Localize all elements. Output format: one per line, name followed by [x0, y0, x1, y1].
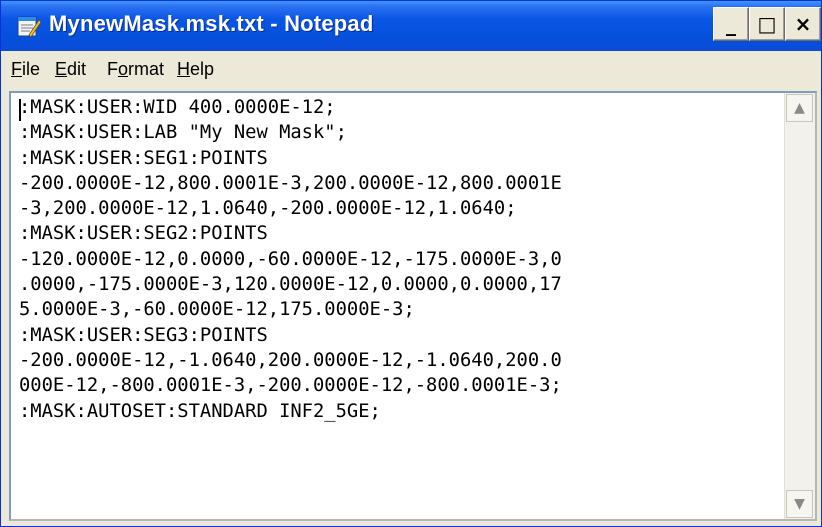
text-line: -200.0000E-12,800.0001E-3,200.0000E-12,8…: [19, 172, 562, 194]
scroll-up-button[interactable]: ▲: [786, 94, 813, 122]
text-line: 5.0000E-3,-60.0000E-12,175.0000E-3;: [19, 299, 415, 321]
menu-format[interactable]: Format: [107, 59, 164, 80]
menu-format-text: F: [107, 59, 118, 79]
menu-help-accel: H: [177, 59, 190, 79]
arrow-up-icon: ▲: [794, 100, 805, 116]
text-line: :MASK:USER:WID 400.0000E-12;: [19, 97, 336, 118]
vertical-scrollbar[interactable]: ▲ ▼: [784, 93, 815, 519]
menu-format-accel: o: [118, 59, 129, 79]
notepad-icon: [17, 16, 41, 38]
text-line: :MASK:USER:SEG2:POINTS: [19, 223, 268, 245]
text-line: :MASK:USER:LAB "My New Mask";: [19, 122, 347, 144]
menu-help-text-rest: elp: [190, 59, 215, 79]
menu-bar: File Edit Format Help: [1, 51, 821, 87]
text-line: :MASK:USER:SEG3:POINTS: [19, 324, 268, 346]
menu-help[interactable]: Help: [177, 59, 214, 80]
window-title: MynewMask.msk.txt - Notepad: [49, 11, 374, 36]
scroll-down-button[interactable]: ▼: [786, 490, 813, 518]
text-line: :MASK:USER:SEG1:POINTS: [19, 147, 268, 169]
minimize-icon: _: [726, 12, 736, 36]
arrow-down-icon: ▼: [794, 496, 805, 512]
menu-edit[interactable]: Edit: [55, 59, 86, 80]
minimize-button[interactable]: _: [713, 7, 749, 41]
menu-edit-text-rest: dit: [67, 59, 87, 79]
menu-edit-accel: E: [55, 59, 68, 79]
close-button[interactable]: ×: [785, 7, 821, 41]
close-icon: ×: [794, 12, 812, 36]
text-line: -120.0000E-12,0.0000,-60.0000E-12,-175.0…: [19, 248, 562, 270]
maximize-button[interactable]: □: [749, 7, 785, 41]
text-line: 000E-12,-800.0001E-3,-200.0000E-12,-800.…: [19, 375, 562, 397]
menu-file-text-rest: ile: [22, 59, 41, 79]
text-line: -200.0000E-12,-1.0640,200.0000E-12,-1.06…: [19, 349, 562, 371]
maximize-icon: □: [757, 12, 777, 36]
text-line: :MASK:AUTOSET:STANDARD INF2_5GE;: [19, 400, 381, 422]
text-editor[interactable]: :MASK:USER:WID 400.0000E-12; :MASK:USER:L…: [9, 91, 817, 521]
menu-format-text-rest: rmat: [128, 59, 165, 79]
notepad-window: MynewMask.msk.txt - Notepad _ □ × File E…: [0, 0, 822, 527]
menu-file[interactable]: File: [11, 59, 40, 80]
menu-file-accel: F: [11, 59, 22, 79]
title-bar[interactable]: MynewMask.msk.txt - Notepad _ □ ×: [1, 1, 821, 51]
editor-text[interactable]: :MASK:USER:WID 400.0000E-12; :MASK:USER:L…: [19, 95, 562, 424]
text-line: -3,200.0000E-12,1.0640,-200.0000E-12,1.0…: [19, 198, 517, 220]
text-line: .0000,-175.0000E-3,120.0000E-12,0.0000,0…: [19, 274, 562, 296]
